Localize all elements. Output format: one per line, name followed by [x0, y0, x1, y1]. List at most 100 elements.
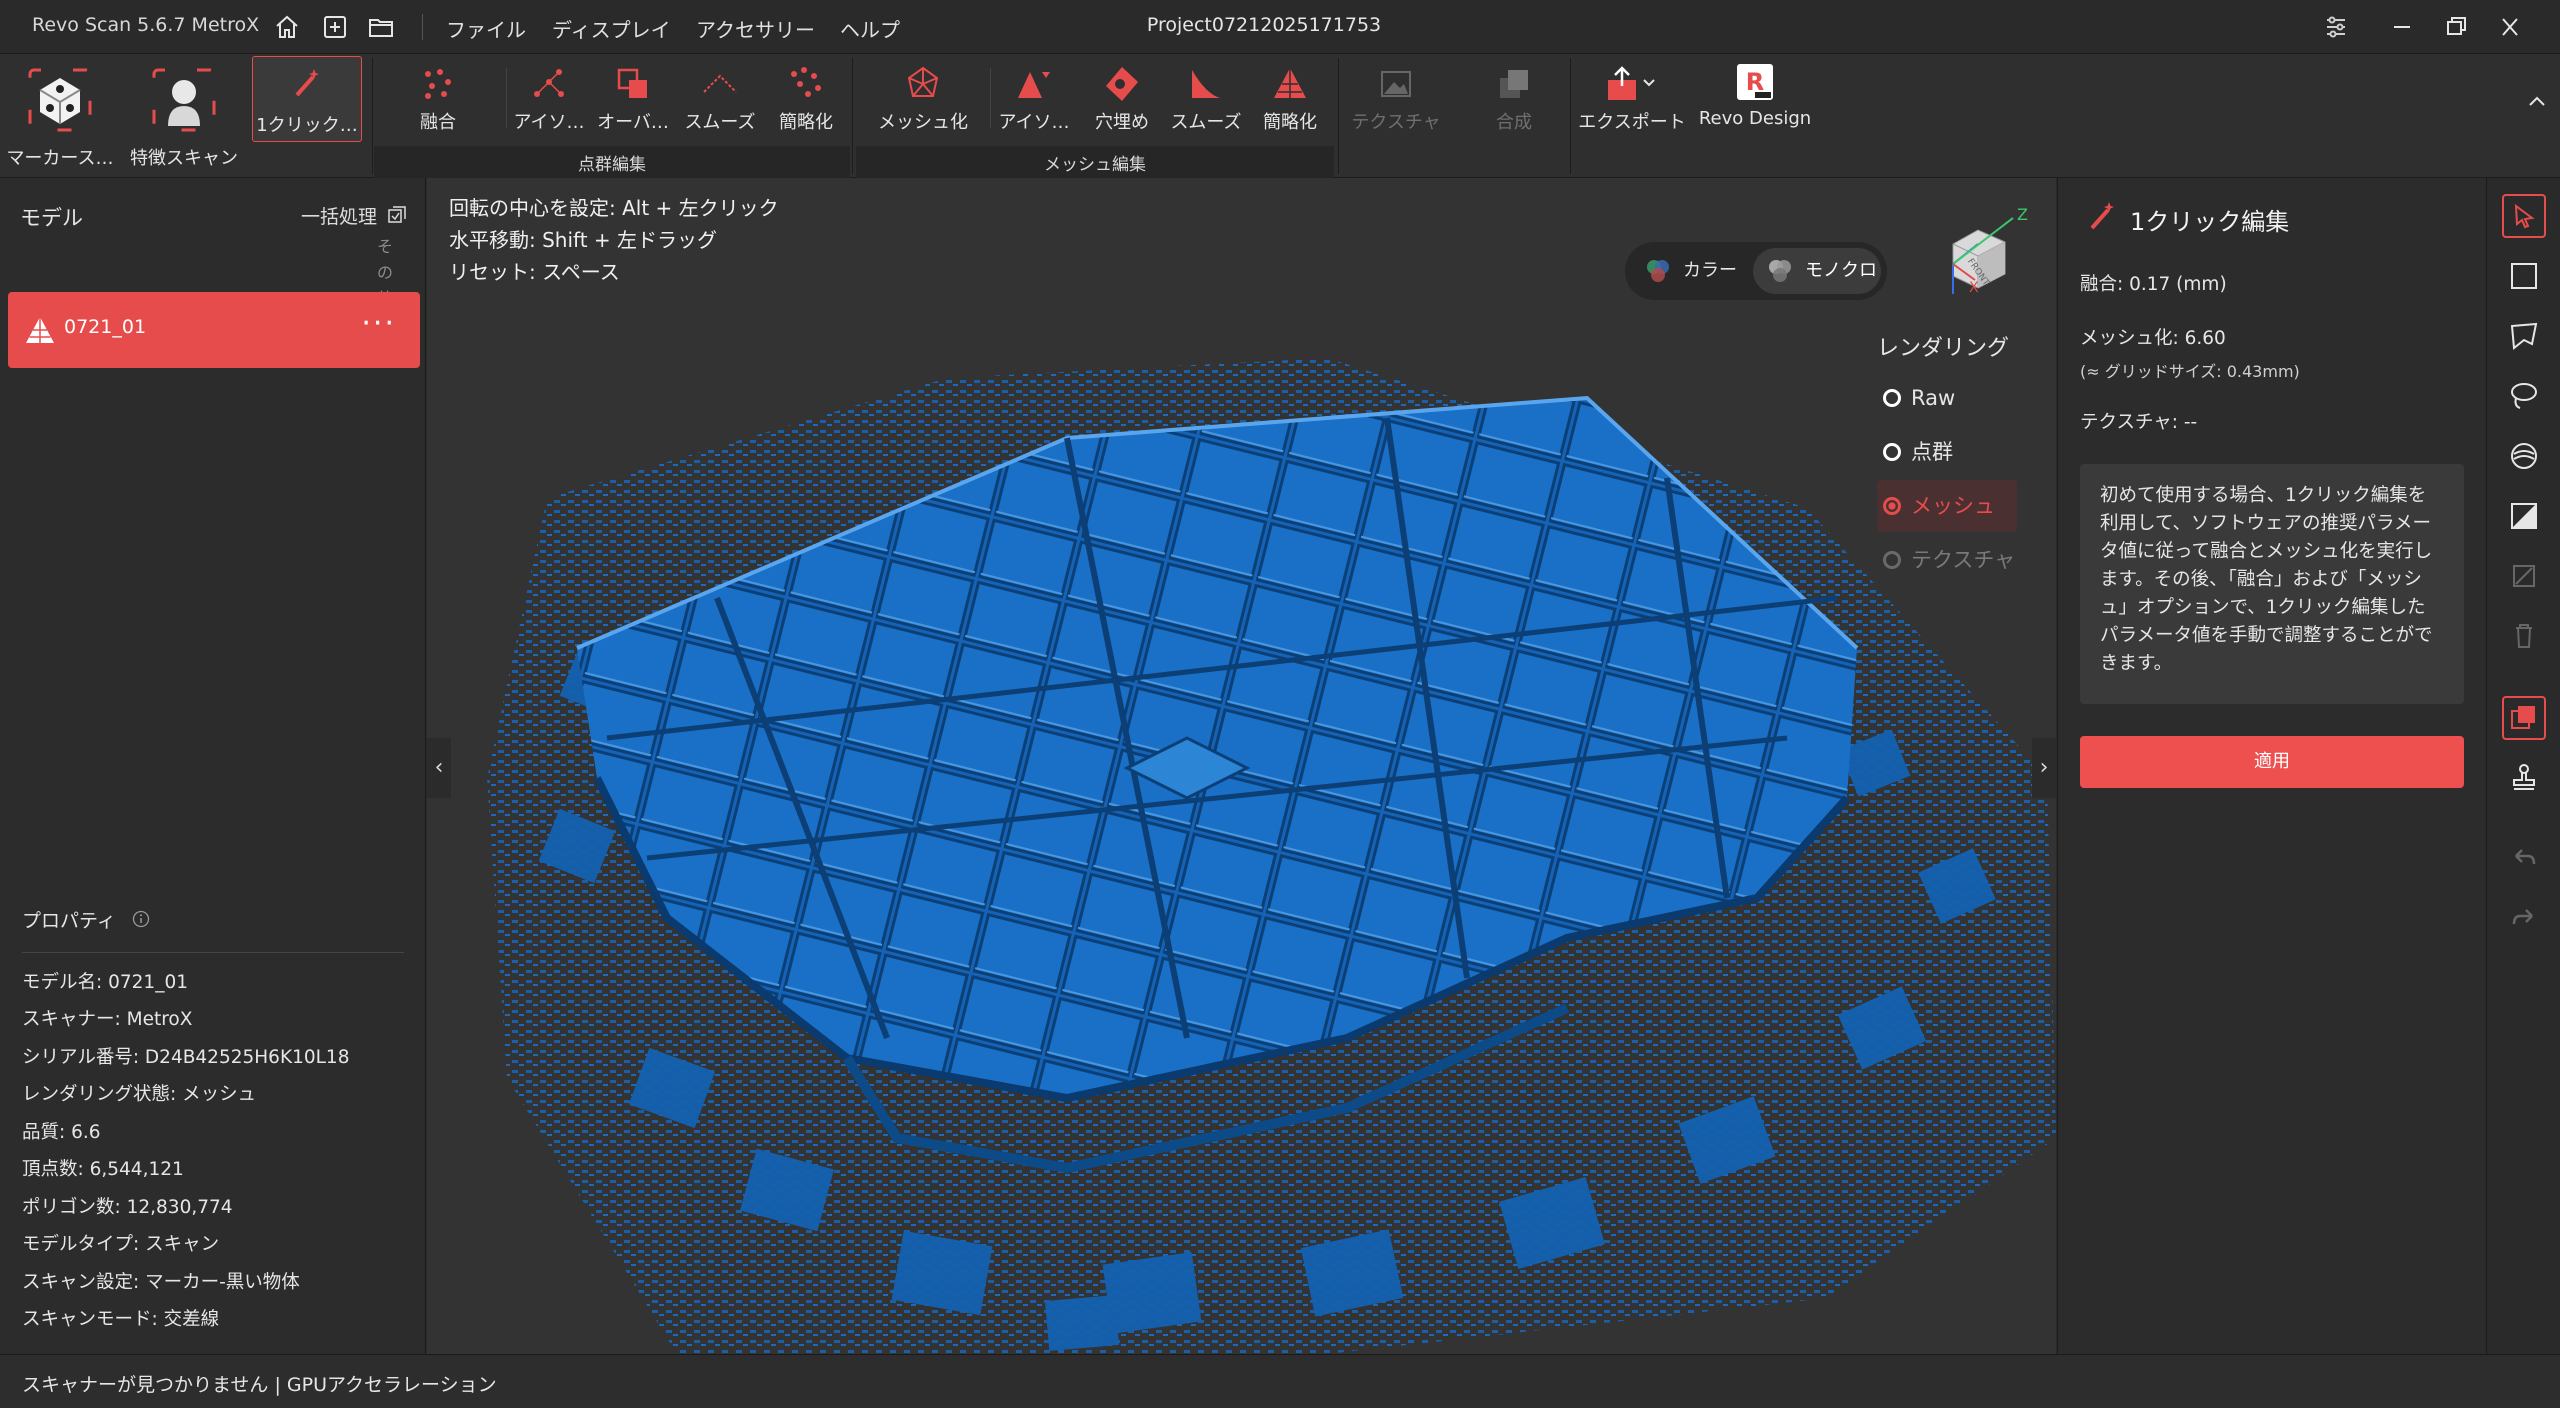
prop-scan-settings: スキャン設定: マーカー-黒い物体: [22, 1272, 300, 1293]
stamp-icon[interactable]: [2502, 756, 2546, 800]
hint-rotation-center: 回転の中心を設定: Alt + 左クリック: [449, 196, 779, 220]
more-options-icon[interactable]: ···: [361, 306, 396, 341]
render-option-texture-label: テクスチャ: [1911, 548, 2016, 572]
pc-simplify-button[interactable]: 簡略化: [766, 54, 846, 178]
clear-selection-icon[interactable]: [2502, 554, 2546, 598]
svg-text:R: R: [1746, 68, 1764, 96]
model-list-item[interactable]: 0721_01 ···: [8, 292, 420, 368]
mesh-smooth-label: スムーズ: [1170, 112, 1242, 133]
render-option-mesh-label: メッシュ: [1911, 494, 1995, 518]
texture-value: テクスチャ: --: [2080, 412, 2198, 433]
radio-texture-icon: [1883, 551, 1901, 569]
revo-design-button[interactable]: R Revo Design: [1696, 54, 1814, 178]
prop-scan-mode: スキャンモード: 交差線: [22, 1309, 220, 1330]
meshing-button[interactable]: メッシュ化: [872, 54, 974, 178]
marker-scan-icon: [24, 64, 96, 140]
render-option-pointcloud-label: 点群: [1911, 440, 1953, 464]
model-item-name: 0721_01: [64, 316, 147, 338]
3d-viewport[interactable]: 回転の中心を設定: Alt + 左クリック 水平移動: Shift + 左ドラッ…: [427, 178, 2056, 1354]
overlap-button[interactable]: オーバ…: [596, 54, 670, 178]
view-cube[interactable]: Z X FRONT: [1923, 194, 2033, 304]
texture-button[interactable]: テクスチャ: [1346, 54, 1446, 178]
undo-icon[interactable]: [2502, 836, 2546, 880]
render-option-mesh[interactable]: メッシュ: [1877, 480, 2017, 532]
batch-process-icon: [387, 205, 407, 230]
fusion-label: 融合: [420, 112, 456, 133]
minimize-icon[interactable]: [2384, 10, 2420, 44]
mesh-smooth-icon: [1186, 64, 1226, 108]
delete-icon[interactable]: [2502, 614, 2546, 658]
overlap-label: オーバ…: [597, 112, 669, 133]
meshing-label: メッシュ化: [878, 112, 968, 133]
render-option-pointcloud[interactable]: 点群: [1877, 426, 2017, 478]
redo-icon[interactable]: [2502, 896, 2546, 940]
marker-scan-label: マーカース…: [6, 148, 114, 169]
collapse-left-chevron-icon[interactable]: ‹: [427, 738, 451, 798]
render-option-raw[interactable]: Raw: [1877, 372, 2017, 424]
texture-icon: [1376, 64, 1416, 108]
render-option-texture[interactable]: テクスチャ: [1877, 534, 2017, 586]
isolate-icon: [529, 64, 569, 108]
scanned-mesh-model[interactable]: [427, 178, 2056, 1354]
invert-select-icon[interactable]: [2502, 494, 2546, 538]
hint-pan: 水平移動: Shift + 左ドラッグ: [449, 228, 718, 252]
lasso-select-icon[interactable]: [2502, 374, 2546, 418]
axis-x-label: X: [1969, 280, 1979, 296]
merge-button[interactable]: 合成: [1474, 54, 1554, 178]
restore-icon[interactable]: [2438, 10, 2474, 44]
pc-smooth-label: スムーズ: [684, 112, 756, 133]
prop-render-state: レンダリング状態: メッシュ: [22, 1084, 257, 1105]
properties-title: プロパティ: [22, 906, 150, 933]
brush-select-icon[interactable]: [2502, 434, 2546, 478]
feature-scan-label: 特徴スキャン: [130, 148, 238, 169]
pc-isolate-button[interactable]: アイソ…: [512, 54, 586, 178]
model-panel: モデル 一括処理 その他 0721_01 ··· プロパティ モデル名: 072…: [0, 178, 426, 1354]
feature-scan-button[interactable]: 特徴スキャン: [128, 54, 240, 178]
mono-circles-icon: [1765, 257, 1795, 303]
one-click-edit-label: 1クリック…: [256, 115, 358, 136]
select-pointer-icon[interactable]: [2502, 194, 2546, 238]
hint-reset: リセット: スペース: [449, 260, 620, 284]
export-button[interactable]: エクスポート: [1578, 54, 1686, 178]
collapse-toolbar-chevron-up-icon[interactable]: [2522, 86, 2552, 116]
prop-polygons: ポリゴン数: 12,830,774: [22, 1197, 233, 1218]
info-icon[interactable]: [132, 910, 150, 933]
marker-scan-button[interactable]: マーカース…: [4, 54, 116, 178]
axis-z-label: Z: [2017, 205, 2028, 224]
one-click-edit-button[interactable]: 1クリック…: [252, 56, 362, 142]
settings-sliders-icon[interactable]: [2318, 10, 2354, 44]
radio-raw-icon: [1883, 389, 1901, 407]
batch-process-label: 一括処理: [300, 206, 377, 228]
toolbar-divider: [1338, 58, 1339, 174]
revo-design-label: Revo Design: [1698, 108, 1812, 129]
status-bar: スキャナーが見つかりません | GPUアクセラレーション: [0, 1354, 2560, 1408]
apply-button[interactable]: 適用: [2080, 736, 2464, 788]
meshing-value: メッシュ化: 6.60: [2080, 328, 2226, 349]
toolbar-divider: [506, 68, 507, 128]
close-icon[interactable]: [2492, 10, 2528, 44]
batch-process-button[interactable]: 一括処理: [301, 202, 407, 230]
prop-quality: 品質: 6.6: [22, 1122, 101, 1143]
fill-holes-button[interactable]: 穴埋め: [1082, 54, 1162, 178]
fusion-button[interactable]: 融合: [396, 54, 480, 178]
collapse-right-chevron-icon[interactable]: ›: [2032, 738, 2056, 798]
rectangle-select-icon[interactable]: [2502, 254, 2546, 298]
pc-simplify-label: 簡略化: [779, 112, 833, 133]
magic-wand-icon: [2084, 198, 2120, 238]
mesh-isolate-button[interactable]: アイソ…: [996, 54, 1072, 178]
status-text: スキャナーが見つかりません | GPUアクセラレーション: [22, 1374, 497, 1396]
color-mode-option[interactable]: カラー: [1631, 248, 1749, 294]
polygon-select-icon[interactable]: [2502, 314, 2546, 358]
toolbar-divider: [1570, 58, 1571, 174]
copy-layers-icon[interactable]: [2502, 696, 2546, 740]
pc-smooth-button[interactable]: スムーズ: [680, 54, 760, 178]
overlap-icon: [613, 64, 653, 108]
merge-label: 合成: [1496, 112, 1532, 133]
mesh-simplify-button[interactable]: 簡略化: [1250, 54, 1330, 178]
prop-model-name: モデル名: 0721_01: [22, 972, 188, 993]
smooth-icon: [700, 64, 740, 108]
meshing-icon: [903, 64, 943, 108]
mesh-smooth-button[interactable]: スムーズ: [1164, 54, 1248, 178]
color-circles-icon: [1643, 257, 1673, 303]
mono-mode-option[interactable]: モノクロ: [1753, 248, 1881, 294]
